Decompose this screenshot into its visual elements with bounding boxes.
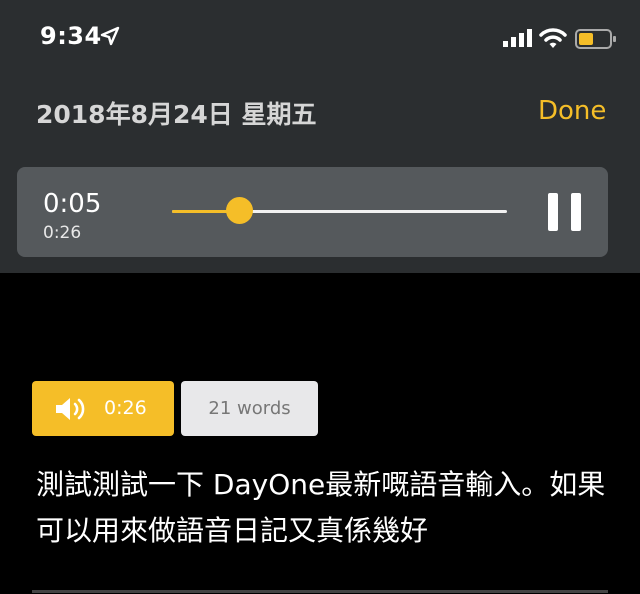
audio-player: 0:05 0:26	[17, 167, 608, 257]
done-button[interactable]: Done	[538, 96, 606, 126]
pause-button[interactable]	[548, 193, 581, 231]
entry-date: 2018年8月24日 星期五	[36, 100, 317, 129]
audio-duration: 0:26	[104, 397, 147, 419]
entry-body-text[interactable]: 測試測試一下 DayOne最新嘅語音輸入。如果可以用來做語音日記又真係幾好	[36, 462, 616, 554]
current-time: 0:05	[43, 189, 102, 219]
wifi-icon	[539, 28, 567, 48]
status-time: 9:34	[40, 22, 102, 50]
signal-icon	[503, 29, 532, 47]
word-count-button[interactable]: 21 words	[181, 381, 318, 436]
playback-slider-thumb[interactable]	[225, 197, 253, 224]
pause-icon	[571, 193, 581, 231]
top-bar: 9:34 2018年8月24日 星期五 Done 0:05 0:26	[0, 0, 640, 273]
divider	[32, 590, 608, 593]
audio-attachment-button[interactable]: 0:26	[32, 381, 174, 436]
pause-icon	[548, 193, 558, 231]
location-arrow-icon	[100, 26, 120, 46]
playback-slider-track[interactable]	[172, 210, 507, 213]
speaker-icon	[56, 398, 85, 420]
total-duration: 0:26	[43, 223, 82, 243]
battery-icon	[575, 29, 616, 49]
